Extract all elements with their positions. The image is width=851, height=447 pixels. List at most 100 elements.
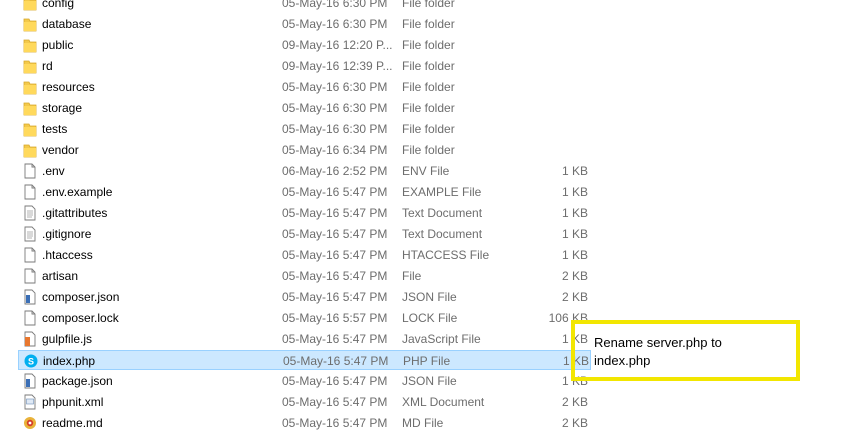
file-date-modified: 05-May-16 6:34 PM — [282, 143, 388, 157]
file-date-modified: 05-May-16 5:47 PM — [282, 374, 388, 388]
file-size: 1 KB — [562, 354, 589, 368]
file-row[interactable]: artisan 05-May-16 5:47 PM File 2 KB — [18, 266, 591, 286]
file-date-modified: 06-May-16 2:52 PM — [282, 164, 388, 178]
file-name: artisan — [42, 269, 79, 283]
file-date-modified: 05-May-16 5:57 PM — [282, 311, 388, 325]
file-date-modified: 05-May-16 5:47 PM — [282, 290, 388, 304]
file-size: 1 KB — [561, 164, 588, 178]
file-row[interactable]: tests 05-May-16 6:30 PM File folder — [18, 119, 591, 139]
file-name: index.php — [43, 354, 96, 368]
file-name: .gitignore — [42, 227, 92, 241]
file-icon — [23, 268, 37, 284]
file-row[interactable]: .gitattributes 05-May-16 5:47 PM Text Docu… — [18, 203, 591, 223]
skype-php-icon: S — [24, 353, 38, 369]
file-size: 2 KB — [561, 416, 588, 430]
file-row[interactable]: public 09-May-16 12:20 P... File folder — [18, 35, 591, 55]
file-row-selected[interactable]: Sindex.php 05-May-16 5:47 PM PHP File 1 KB — [18, 350, 591, 370]
folder-icon — [23, 79, 37, 95]
file-row[interactable]: config 05-May-16 6:30 PM File folder — [18, 0, 591, 13]
file-date-modified: 09-May-16 12:39 P... — [282, 59, 393, 73]
file-date-modified: 05-May-16 6:30 PM — [282, 101, 388, 115]
file-date-modified: 05-May-16 5:47 PM — [282, 185, 388, 199]
file-name: .env — [42, 164, 65, 178]
file-date-modified: 05-May-16 5:47 PM — [282, 206, 388, 220]
file-date-modified: 05-May-16 6:30 PM — [282, 122, 388, 136]
file-name: storage — [42, 101, 83, 115]
file-date-modified: 05-May-16 5:47 PM — [282, 248, 388, 262]
text-document-icon — [23, 205, 37, 221]
file-name: phpunit.xml — [42, 395, 104, 409]
file-size: 1 KB — [561, 227, 588, 241]
file-size: 2 KB — [561, 395, 588, 409]
folder-icon — [23, 16, 37, 32]
file-name: tests — [42, 122, 68, 136]
file-date-modified: 05-May-16 5:47 PM — [282, 395, 388, 409]
file-row[interactable]: .env.example 05-May-16 5:47 PM EXAMPLE Fil… — [18, 182, 591, 202]
file-date-modified: 05-May-16 5:47 PM — [282, 332, 388, 346]
file-name: rd — [42, 59, 53, 73]
file-row[interactable]: .env 06-May-16 2:52 PM ENV File 1 KB — [18, 161, 591, 181]
file-row[interactable]: vendor 05-May-16 6:34 PM File folder — [18, 140, 591, 160]
file-size: 1 KB — [561, 374, 588, 388]
file-type: File folder — [402, 38, 455, 52]
file-icon — [23, 247, 37, 263]
file-row[interactable]: readme.md 05-May-16 5:47 PM MD File 2 KB — [18, 413, 591, 433]
javascript-file-icon — [23, 331, 37, 347]
xml-document-icon — [23, 394, 37, 410]
file-size: 106 KB — [548, 311, 588, 325]
file-name: package.json — [42, 374, 113, 388]
svg-text:S: S — [28, 357, 34, 367]
file-name: public — [42, 38, 74, 52]
file-row[interactable]: rd 09-May-16 12:39 P... File folder — [18, 56, 591, 76]
file-date-modified: 05-May-16 5:47 PM — [283, 354, 389, 368]
folder-icon — [23, 58, 37, 74]
file-row[interactable]: gulpfile.js 05-May-16 5:47 PM JavaScript F… — [18, 329, 591, 349]
file-date-modified: 05-May-16 6:30 PM — [282, 0, 388, 10]
annotation-text: Rename server.php to index.php — [594, 335, 722, 368]
file-row[interactable]: storage 05-May-16 6:30 PM File folder — [18, 98, 591, 118]
file-row[interactable]: resources 05-May-16 6:30 PM File folder — [18, 77, 591, 97]
folder-icon — [23, 0, 37, 11]
file-icon — [23, 310, 37, 326]
file-row[interactable]: database 05-May-16 6:30 PM File folder — [18, 14, 591, 34]
file-name: vendor — [42, 143, 79, 157]
file-date-modified: 05-May-16 5:47 PM — [282, 227, 388, 241]
file-size: 2 KB — [561, 269, 588, 283]
file-type: File folder — [402, 17, 455, 31]
file-name: resources — [42, 80, 95, 94]
json-file-icon — [23, 289, 37, 305]
file-name: gulpfile.js — [42, 332, 93, 346]
file-date-modified: 05-May-16 5:47 PM — [282, 269, 388, 283]
file-name: config — [42, 0, 75, 10]
file-date-modified: 09-May-16 12:20 P... — [282, 38, 393, 52]
file-row[interactable]: .htaccess 05-May-16 5:47 PM HTACCESS File 1… — [18, 245, 591, 265]
file-size: 1 KB — [561, 185, 588, 199]
file-row[interactable]: package.json 05-May-16 5:47 PM JSON File 1 … — [18, 371, 591, 391]
json-file-icon — [23, 373, 37, 389]
file-row[interactable]: composer.lock 05-May-16 5:57 PM LOCK File 1… — [18, 308, 591, 328]
text-document-icon — [23, 226, 37, 242]
file-date-modified: 05-May-16 6:30 PM — [282, 17, 388, 31]
file-row[interactable]: composer.json 05-May-16 5:47 PM JSON File 2… — [18, 287, 591, 307]
file-type: File folder — [402, 0, 455, 10]
file-type: File folder — [402, 122, 455, 136]
file-icon — [23, 184, 37, 200]
file-size: 2 KB — [561, 290, 588, 304]
file-type: File folder — [402, 101, 455, 115]
file-icon — [23, 163, 37, 179]
file-name: readme.md — [42, 416, 103, 430]
file-row[interactable]: phpunit.xml 05-May-16 5:47 PM XML Document… — [18, 392, 591, 412]
file-name: database — [42, 17, 92, 31]
file-type: File folder — [402, 80, 455, 94]
md-file-icon — [23, 415, 37, 431]
file-name: composer.json — [42, 290, 120, 304]
file-size: 1 KB — [561, 206, 588, 220]
folder-icon — [23, 121, 37, 137]
file-name: .gitattributes — [42, 206, 108, 220]
folder-icon — [23, 142, 37, 158]
file-type: File folder — [402, 59, 455, 73]
file-name: composer.lock — [42, 311, 119, 325]
file-row[interactable]: .gitignore 05-May-16 5:47 PM Text Document… — [18, 224, 591, 244]
file-type: File folder — [402, 143, 455, 157]
folder-icon — [23, 37, 37, 53]
